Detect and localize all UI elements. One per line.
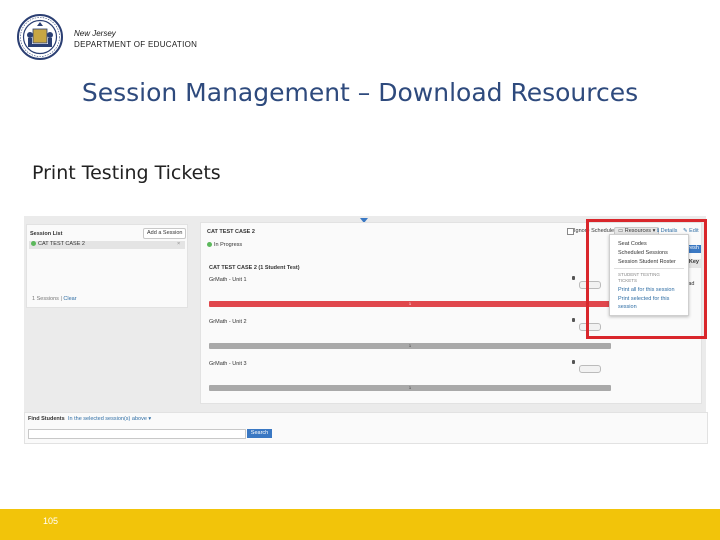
org-department-label: DEPARTMENT OF EDUCATION bbox=[74, 40, 198, 49]
clear-sessions-link[interactable]: Clear bbox=[63, 296, 76, 302]
student-test-heading: CAT TEST CASE 2 (1 Student Test) bbox=[209, 265, 300, 271]
highlight-box bbox=[586, 219, 707, 339]
unit-3-label: GrMath - Unit 3 bbox=[209, 361, 247, 367]
unit-2-label: GrMath - Unit 2 bbox=[209, 319, 247, 325]
ignore-schedule-checkbox[interactable] bbox=[567, 228, 574, 235]
lock-icon bbox=[572, 360, 575, 364]
session-status-label: In Progress bbox=[214, 242, 243, 248]
chevron-down-icon: ▾ bbox=[148, 416, 152, 422]
unit-3-toggle[interactable] bbox=[579, 365, 601, 373]
unit-2-progress-bar[interactable]: 1 bbox=[209, 343, 611, 349]
footer-separator: | bbox=[60, 296, 62, 302]
embedded-app-screenshot: Session List Add a Session CAT TEST CASE… bbox=[24, 216, 708, 444]
session-list-footer: 1 Sessions | Clear bbox=[32, 296, 77, 303]
find-students-panel: Find Students In the selected session(s)… bbox=[24, 412, 708, 444]
session-list-item[interactable]: CAT TEST CASE 2 × bbox=[29, 241, 185, 249]
unit-1-label: GrMath - Unit 1 bbox=[209, 277, 247, 283]
session-title: CAT TEST CASE 2 bbox=[207, 229, 255, 235]
page-number: 105 bbox=[43, 516, 59, 526]
add-session-button[interactable]: Add a Session bbox=[143, 228, 187, 239]
remove-session-icon[interactable]: × bbox=[177, 241, 180, 248]
footer-bar bbox=[0, 509, 720, 540]
find-students-input[interactable] bbox=[28, 429, 246, 439]
lock-icon bbox=[572, 318, 575, 322]
session-status: In Progress bbox=[207, 242, 242, 249]
find-students-scope-dropdown[interactable]: In the selected session(s) above ▾ bbox=[68, 416, 151, 423]
lock-icon bbox=[572, 276, 575, 280]
find-students-scope-label: In the selected session(s) above bbox=[68, 416, 147, 422]
session-list-title: Session List bbox=[30, 231, 63, 237]
nj-state-seal-icon bbox=[17, 14, 63, 60]
find-students-label: Find Students bbox=[28, 416, 65, 422]
status-dot-icon bbox=[31, 241, 36, 247]
search-button[interactable]: Search bbox=[247, 429, 272, 438]
session-count: 1 Sessions bbox=[32, 296, 59, 302]
session-list-panel: Session List Add a Session CAT TEST CASE… bbox=[26, 224, 188, 308]
status-dot-icon bbox=[207, 242, 212, 248]
unit-1-progress-bar[interactable]: 1 bbox=[209, 301, 611, 307]
unit-3-progress-bar[interactable]: 1 bbox=[209, 385, 611, 391]
slide-subtitle: Print Testing Tickets bbox=[32, 162, 221, 184]
org-state-label: New Jersey bbox=[74, 29, 116, 38]
slide-title: Session Management – Download Resources bbox=[81, 78, 639, 107]
session-list-item-label: CAT TEST CASE 2 bbox=[38, 241, 85, 247]
